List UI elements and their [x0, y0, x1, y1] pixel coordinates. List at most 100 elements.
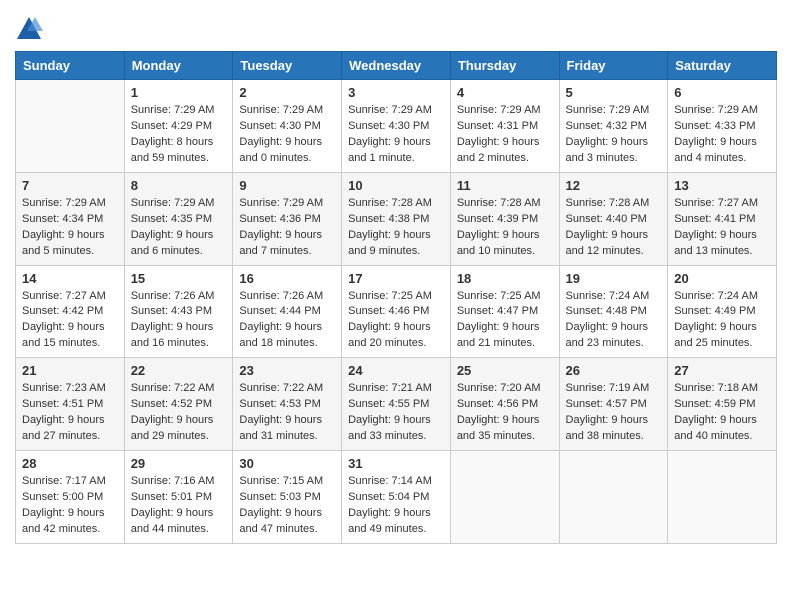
day-info: Sunrise: 7:29 AMSunset: 4:31 PMDaylight:…: [457, 103, 553, 167]
calendar-day-cell: 5Sunrise: 7:29 AMSunset: 4:32 PMDaylight…: [559, 80, 668, 173]
calendar-day-cell: 18 Sunrise: 7:25 AMSunset: 4:47 PMDayligh…: [450, 265, 559, 358]
day-number: 1: [131, 85, 227, 100]
day-info: Sunrise: 7:26 AMSunset: 4:43 PMDaylight:…: [131, 289, 227, 353]
day-info: Sunrise: 7:17 AMSunset: 5:00 PMDaylight:…: [22, 474, 118, 538]
calendar-week-row: 21 Sunrise: 7:23 AMSunset: 4:51 PMDayligh…: [16, 358, 777, 451]
day-info: Sunrise: 7:16 AMSunset: 5:01 PMDaylight:…: [131, 474, 227, 538]
day-info: Sunrise: 7:29 AMSunset: 4:34 PMDaylight:…: [22, 196, 118, 260]
day-number: 10: [348, 178, 444, 193]
day-info: Sunrise: 7:20 AMSunset: 4:56 PMDaylight:…: [457, 381, 553, 445]
day-number: 15: [131, 271, 227, 286]
calendar-day-cell: 29 Sunrise: 7:16 AMSunset: 5:01 PMDayligh…: [124, 451, 233, 544]
weekday-header: Monday: [124, 52, 233, 80]
calendar-day-cell: 27Sunrise: 7:18 AMSunset: 4:59 PMDayligh…: [668, 358, 777, 451]
calendar-day-cell: [16, 80, 125, 173]
weekday-header: Friday: [559, 52, 668, 80]
day-info: Sunrise: 7:14 AMSunset: 5:04 PMDaylight:…: [348, 474, 444, 538]
day-number: 2: [239, 85, 335, 100]
calendar-day-cell: 12Sunrise: 7:28 AMSunset: 4:40 PMDayligh…: [559, 172, 668, 265]
day-info: Sunrise: 7:22 AMSunset: 4:53 PMDaylight:…: [239, 381, 335, 445]
day-info: Sunrise: 7:29 AMSunset: 4:33 PMDaylight:…: [674, 103, 770, 167]
day-number: 8: [131, 178, 227, 193]
calendar-day-cell: 10 Sunrise: 7:28 AMSunset: 4:38 PMDayligh…: [342, 172, 451, 265]
calendar-day-cell: 19 Sunrise: 7:24 AMSunset: 4:48 PMDayligh…: [559, 265, 668, 358]
calendar-day-cell: 17 Sunrise: 7:25 AMSunset: 4:46 PMDayligh…: [342, 265, 451, 358]
day-number: 17: [348, 271, 444, 286]
calendar-day-cell: 11 Sunrise: 7:28 AMSunset: 4:39 PMDayligh…: [450, 172, 559, 265]
day-info: Sunrise: 7:22 AMSunset: 4:52 PMDaylight:…: [131, 381, 227, 445]
calendar-day-cell: 8 Sunrise: 7:29 AMSunset: 4:35 PMDaylight…: [124, 172, 233, 265]
calendar-table: SundayMondayTuesdayWednesdayThursdayFrid…: [15, 51, 777, 544]
day-number: 7: [22, 178, 118, 193]
calendar-day-cell: 20 Sunrise: 7:24 AMSunset: 4:49 PMDayligh…: [668, 265, 777, 358]
calendar-day-cell: 13 Sunrise: 7:27 AMSunset: 4:41 PMDayligh…: [668, 172, 777, 265]
day-info: Sunrise: 7:19 AMSunset: 4:57 PMDaylight:…: [566, 381, 662, 445]
day-number: 20: [674, 271, 770, 286]
calendar-day-cell: 6 Sunrise: 7:29 AMSunset: 4:33 PMDaylight…: [668, 80, 777, 173]
day-number: 24: [348, 363, 444, 378]
day-info: Sunrise: 7:25 AMSunset: 4:47 PMDaylight:…: [457, 289, 553, 353]
calendar-day-cell: 1 Sunrise: 7:29 AMSunset: 4:29 PMDaylight…: [124, 80, 233, 173]
calendar-day-cell: 2 Sunrise: 7:29 AMSunset: 4:30 PMDaylight…: [233, 80, 342, 173]
day-info: Sunrise: 7:26 AMSunset: 4:44 PMDaylight:…: [239, 289, 335, 353]
day-info: Sunrise: 7:23 AMSunset: 4:51 PMDaylight:…: [22, 381, 118, 445]
calendar-day-cell: [450, 451, 559, 544]
day-number: 3: [348, 85, 444, 100]
day-info: Sunrise: 7:25 AMSunset: 4:46 PMDaylight:…: [348, 289, 444, 353]
logo: [15, 15, 46, 43]
calendar-day-cell: 23Sunrise: 7:22 AMSunset: 4:53 PMDayligh…: [233, 358, 342, 451]
day-info: Sunrise: 7:29 AMSunset: 4:32 PMDaylight:…: [566, 103, 662, 167]
calendar-header-row: SundayMondayTuesdayWednesdayThursdayFrid…: [16, 52, 777, 80]
day-number: 11: [457, 178, 553, 193]
calendar-day-cell: 4Sunrise: 7:29 AMSunset: 4:31 PMDaylight…: [450, 80, 559, 173]
day-number: 21: [22, 363, 118, 378]
calendar-day-cell: 28 Sunrise: 7:17 AMSunset: 5:00 PMDayligh…: [16, 451, 125, 544]
day-number: 29: [131, 456, 227, 471]
day-info: Sunrise: 7:27 AMSunset: 4:42 PMDaylight:…: [22, 289, 118, 353]
day-number: 28: [22, 456, 118, 471]
day-info: Sunrise: 7:27 AMSunset: 4:41 PMDaylight:…: [674, 196, 770, 260]
calendar-day-cell: 14Sunrise: 7:27 AMSunset: 4:42 PMDayligh…: [16, 265, 125, 358]
day-number: 31: [348, 456, 444, 471]
page-header: [15, 10, 777, 43]
calendar-day-cell: 9Sunrise: 7:29 AMSunset: 4:36 PMDaylight…: [233, 172, 342, 265]
weekday-header: Tuesday: [233, 52, 342, 80]
calendar-day-cell: 7 Sunrise: 7:29 AMSunset: 4:34 PMDaylight…: [16, 172, 125, 265]
day-info: Sunrise: 7:24 AMSunset: 4:48 PMDaylight:…: [566, 289, 662, 353]
calendar-day-cell: [668, 451, 777, 544]
weekday-header: Wednesday: [342, 52, 451, 80]
day-number: 16: [239, 271, 335, 286]
day-number: 19: [566, 271, 662, 286]
day-number: 30: [239, 456, 335, 471]
calendar-day-cell: 22Sunrise: 7:22 AMSunset: 4:52 PMDayligh…: [124, 358, 233, 451]
day-info: Sunrise: 7:21 AMSunset: 4:55 PMDaylight:…: [348, 381, 444, 445]
day-info: Sunrise: 7:28 AMSunset: 4:40 PMDaylight:…: [566, 196, 662, 260]
calendar-day-cell: 25Sunrise: 7:20 AMSunset: 4:56 PMDayligh…: [450, 358, 559, 451]
day-info: Sunrise: 7:29 AMSunset: 4:30 PMDaylight:…: [348, 103, 444, 167]
calendar-day-cell: 21 Sunrise: 7:23 AMSunset: 4:51 PMDayligh…: [16, 358, 125, 451]
calendar-day-cell: 24 Sunrise: 7:21 AMSunset: 4:55 PMDayligh…: [342, 358, 451, 451]
logo-icon: [15, 15, 43, 43]
day-info: Sunrise: 7:28 AMSunset: 4:38 PMDaylight:…: [348, 196, 444, 260]
calendar-day-cell: 3 Sunrise: 7:29 AMSunset: 4:30 PMDaylight…: [342, 80, 451, 173]
weekday-header: Thursday: [450, 52, 559, 80]
day-info: Sunrise: 7:24 AMSunset: 4:49 PMDaylight:…: [674, 289, 770, 353]
calendar-day-cell: 31 Sunrise: 7:14 AMSunset: 5:04 PMDayligh…: [342, 451, 451, 544]
day-number: 6: [674, 85, 770, 100]
day-info: Sunrise: 7:29 AMSunset: 4:35 PMDaylight:…: [131, 196, 227, 260]
weekday-header: Saturday: [668, 52, 777, 80]
day-info: Sunrise: 7:29 AMSunset: 4:29 PMDaylight:…: [131, 103, 227, 167]
calendar-week-row: 14Sunrise: 7:27 AMSunset: 4:42 PMDayligh…: [16, 265, 777, 358]
calendar-week-row: 28 Sunrise: 7:17 AMSunset: 5:00 PMDayligh…: [16, 451, 777, 544]
weekday-header: Sunday: [16, 52, 125, 80]
calendar-week-row: 1 Sunrise: 7:29 AMSunset: 4:29 PMDaylight…: [16, 80, 777, 173]
day-info: Sunrise: 7:28 AMSunset: 4:39 PMDaylight:…: [457, 196, 553, 260]
day-info: Sunrise: 7:15 AMSunset: 5:03 PMDaylight:…: [239, 474, 335, 538]
day-number: 18: [457, 271, 553, 286]
day-number: 26: [566, 363, 662, 378]
calendar-day-cell: 30 Sunrise: 7:15 AMSunset: 5:03 PMDayligh…: [233, 451, 342, 544]
day-info: Sunrise: 7:29 AMSunset: 4:30 PMDaylight:…: [239, 103, 335, 167]
day-info: Sunrise: 7:29 AMSunset: 4:36 PMDaylight:…: [239, 196, 335, 260]
day-info: Sunrise: 7:18 AMSunset: 4:59 PMDaylight:…: [674, 381, 770, 445]
day-number: 13: [674, 178, 770, 193]
